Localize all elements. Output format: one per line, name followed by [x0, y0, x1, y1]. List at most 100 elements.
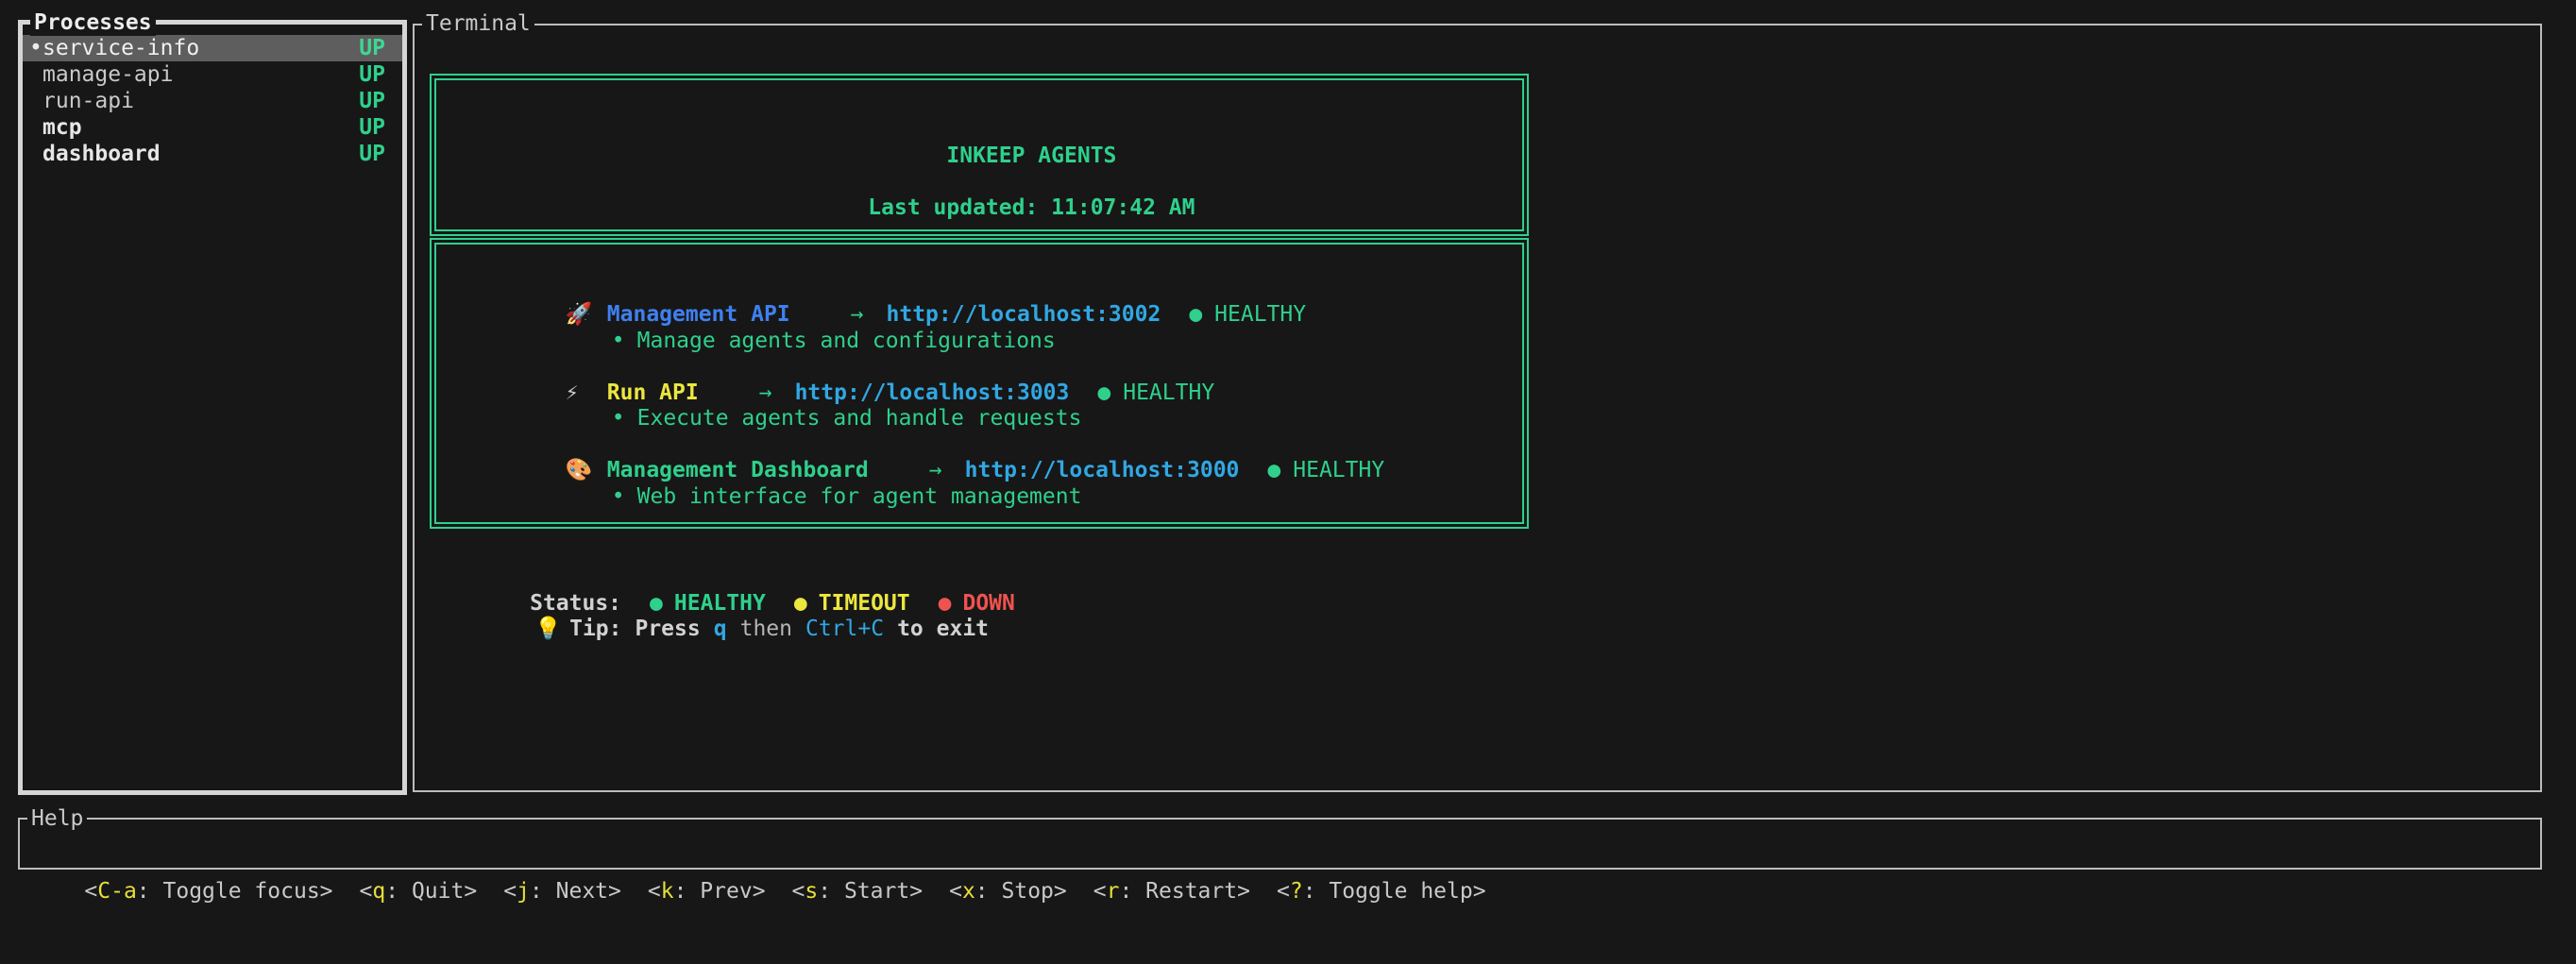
header-box: INKEEP AGENTS Last updated: 11:07:42 AM — [430, 74, 1529, 236]
service-url[interactable]: http://localhost:3002 — [887, 302, 1161, 327]
process-row-manage-api[interactable]: manage-api UP — [23, 61, 402, 88]
bullet-icon: • — [612, 484, 625, 509]
health-dot-icon: ● — [1097, 381, 1110, 405]
palette-icon: 🎨 — [566, 458, 607, 484]
process-status-badge: UP — [359, 61, 385, 88]
process-status-badge: UP — [359, 141, 385, 167]
timeout-dot-icon: ● — [794, 591, 807, 616]
processes-panel: Processes • service-info UP manage-api U… — [18, 20, 407, 795]
legend-label: HEALTHY — [674, 591, 766, 616]
indicator-space — [29, 114, 42, 141]
shortcut-key: ? — [1290, 879, 1303, 904]
help-item-restart: rRestart — [1093, 879, 1250, 904]
process-status-badge: UP — [359, 88, 385, 114]
health-dot-icon: ● — [1189, 302, 1202, 327]
status-legend-line: Status:●HEALTHY●TIMEOUT●DOWN — [451, 565, 1015, 591]
service-name: Run API — [607, 381, 699, 405]
service-health-status: HEALTHY — [1214, 302, 1306, 327]
terminal-panel: Terminal INKEEP AGENTS Last updated: 11:… — [413, 24, 2542, 792]
service-name: Management API — [607, 302, 790, 327]
selected-bullet-icon: • — [29, 35, 42, 61]
help-item-toggle-focus: C-aToggle focus — [84, 879, 332, 904]
indicator-space — [29, 141, 42, 167]
process-name: service-info — [42, 35, 199, 61]
process-list: • service-info UP manage-api UP run-api … — [23, 25, 402, 167]
legend-item-healthy: ● HEALTHY — [650, 591, 766, 616]
shortcut-key: x — [962, 879, 975, 904]
arrow-icon: → — [929, 458, 942, 482]
shortcut-key: j — [517, 879, 530, 904]
tip-then-word: then — [740, 617, 792, 641]
help-panel: Help C-aToggle focusqQuitjNextkPrevsStar… — [18, 818, 2542, 870]
process-row-service-info[interactable]: • service-info UP — [23, 35, 402, 61]
shortcut-label: Toggle focus — [137, 879, 320, 904]
service-row-management-dashboard: 🎨Management Dashboard→http://localhost:3… — [461, 432, 1522, 459]
indicator-space — [29, 88, 42, 114]
zap-icon: ⚡ — [566, 381, 607, 407]
shortcut-label: Start — [818, 879, 909, 904]
shortcut-key: r — [1107, 879, 1120, 904]
help-item-stop: xStop — [949, 879, 1067, 904]
shortcut-key: k — [661, 879, 674, 904]
process-row-run-api[interactable]: run-api UP — [23, 88, 402, 114]
service-name: Management Dashboard — [607, 458, 869, 482]
help-item-next: jNext — [503, 879, 621, 904]
shortcut-label: Restart — [1119, 879, 1237, 904]
shortcut-label: Stop — [975, 879, 1054, 904]
rocket-icon: 🚀 — [566, 302, 607, 329]
bullet-icon: • — [612, 406, 625, 431]
shortcut-label: Next — [530, 879, 608, 904]
indicator-space — [29, 61, 42, 88]
arrow-icon: → — [759, 381, 772, 405]
help-item-toggle-help: ?Toggle help — [1277, 879, 1486, 904]
service-url[interactable]: http://localhost:3000 — [965, 458, 1240, 482]
process-row-dashboard[interactable]: dashboard UP — [23, 141, 402, 167]
tip-label: Tip: — [569, 617, 621, 641]
services-box: 🚀Management API → http://localhost:3002 ● HE… — [430, 238, 1529, 529]
healthy-dot-icon: ● — [650, 591, 663, 616]
app-root: { "processes_panel": { "title": "Process… — [0, 0, 2576, 903]
help-item-start: sStart — [792, 879, 924, 904]
health-dot-icon: ● — [1267, 458, 1280, 482]
services-box-inner: 🚀Management API → http://localhost:3002 ● HE… — [434, 243, 1524, 524]
process-row-mcp[interactable]: mcp UP — [23, 114, 402, 141]
shortcut-label: Prev — [674, 879, 753, 904]
service-row-run-api: ⚡Run API→http://localhost:3003●HEALTHY — [461, 354, 1522, 381]
service-row-management-api: 🚀Management API→http://localhost:3002●HE… — [461, 277, 1522, 303]
legend-item-timeout: ● TIMEOUT — [794, 591, 910, 616]
help-item-quit: qQuit — [360, 879, 478, 904]
status-block: Status:●HEALTHY●TIMEOUT●DOWN 💡Tip:Pressq… — [451, 565, 1015, 617]
shortcut-key: C-a — [97, 879, 137, 904]
process-status-badge: UP — [359, 35, 385, 61]
legend-item-down: ● DOWN — [939, 591, 1015, 616]
bullet-icon: • — [612, 329, 625, 353]
tip-key-q: q — [714, 617, 727, 641]
help-shortcut-list: C-aToggle focusqQuitjNextkPrevsStartxSto… — [20, 820, 2540, 868]
status-label: Status: — [530, 591, 621, 616]
shortcut-key: s — [805, 879, 818, 904]
help-item-prev: kPrev — [648, 879, 766, 904]
down-dot-icon: ● — [939, 591, 952, 616]
process-status-badge: UP — [359, 114, 385, 141]
shortcut-label: Toggle help — [1303, 879, 1473, 904]
service-description-text: Manage agents and configurations — [637, 329, 1056, 353]
last-updated-text: Last updated: 11:07:42 AM — [868, 195, 1195, 220]
service-url[interactable]: http://localhost:3003 — [795, 381, 1070, 405]
arrow-icon: → — [851, 302, 864, 327]
service-health-status: HEALTHY — [1293, 458, 1384, 482]
process-name: run-api — [42, 88, 134, 114]
service-description-text: Execute agents and handle requests — [637, 406, 1082, 431]
shortcut-label: Quit — [385, 879, 464, 904]
service-description-text: Web interface for agent management — [637, 484, 1082, 509]
lightbulb-icon: 💡 — [534, 617, 569, 643]
process-name: dashboard — [42, 141, 161, 167]
help-panel-title: Help — [27, 805, 87, 832]
legend-label: DOWN — [962, 591, 1014, 616]
legend-label: TIMEOUT — [819, 591, 910, 616]
processes-panel-title: Processes — [30, 9, 156, 36]
service-health-status: HEALTHY — [1123, 381, 1214, 405]
process-name: manage-api — [42, 61, 173, 88]
tip-suffix: to exit — [897, 617, 989, 641]
tip-press-word: Press — [635, 617, 700, 641]
process-name: mcp — [42, 114, 82, 141]
